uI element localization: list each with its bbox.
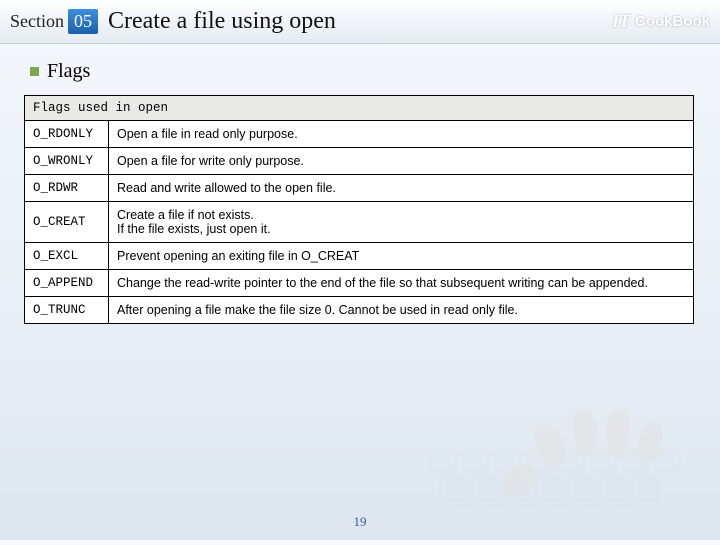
table-header-row: Flags used in open [25, 96, 694, 121]
flag-desc-cell: Create a file if not exists. If the file… [109, 202, 694, 243]
section-number: 05 [68, 9, 98, 34]
flags-table-wrapper: Flags used in open O_RDONLY Open a file … [24, 95, 694, 324]
flag-name-cell: O_CREAT [25, 202, 109, 243]
flag-name-cell: O_APPEND [25, 270, 109, 297]
flag-desc-cell: Open a file in read only purpose. [109, 121, 694, 148]
flag-name-cell: O_TRUNC [25, 297, 109, 324]
flag-name-cell: O_EXCL [25, 243, 109, 270]
content-area: Flags Flags used in open O_RDONLY Open a… [0, 44, 720, 334]
table-row: O_RDWR Read and write allowed to the ope… [25, 175, 694, 202]
flag-desc-cell: Prevent opening an exiting file in O_CRE… [109, 243, 694, 270]
brand-logo: IT CookBook [612, 11, 710, 32]
table-row: O_TRUNC After opening a file make the fi… [25, 297, 694, 324]
table-row: O_APPEND Change the read-write pointer t… [25, 270, 694, 297]
flag-name-cell: O_RDONLY [25, 121, 109, 148]
brand-it-text: IT [612, 11, 630, 32]
subheading-row: Flags [30, 60, 700, 83]
subheading-text: Flags [47, 60, 90, 83]
slide-title: Create a file using open [108, 8, 612, 35]
slide-header: Section 05 Create a file using open IT C… [0, 0, 720, 44]
bullet-icon [30, 67, 39, 76]
section-label: Section [10, 11, 64, 32]
flag-desc-cell: Read and write allowed to the open file. [109, 175, 694, 202]
page-number: 19 [0, 514, 720, 530]
brand-cookbook-text: CookBook [635, 13, 710, 30]
table-row: O_CREAT Create a file if not exists. If … [25, 202, 694, 243]
table-row: O_EXCL Prevent opening an exiting file i… [25, 243, 694, 270]
flag-name-cell: O_RDWR [25, 175, 109, 202]
table-header-cell: Flags used in open [25, 96, 694, 121]
flag-name-cell: O_WRONLY [25, 148, 109, 175]
flags-table: Flags used in open O_RDONLY Open a file … [24, 95, 694, 324]
table-body: O_RDONLY Open a file in read only purpos… [25, 121, 694, 324]
flag-desc-cell: After opening a file make the file size … [109, 297, 694, 324]
table-row: O_WRONLY Open a file for write only purp… [25, 148, 694, 175]
table-row: O_RDONLY Open a file in read only purpos… [25, 121, 694, 148]
flag-desc-cell: Change the read-write pointer to the end… [109, 270, 694, 297]
flag-desc-cell: Open a file for write only purpose. [109, 148, 694, 175]
